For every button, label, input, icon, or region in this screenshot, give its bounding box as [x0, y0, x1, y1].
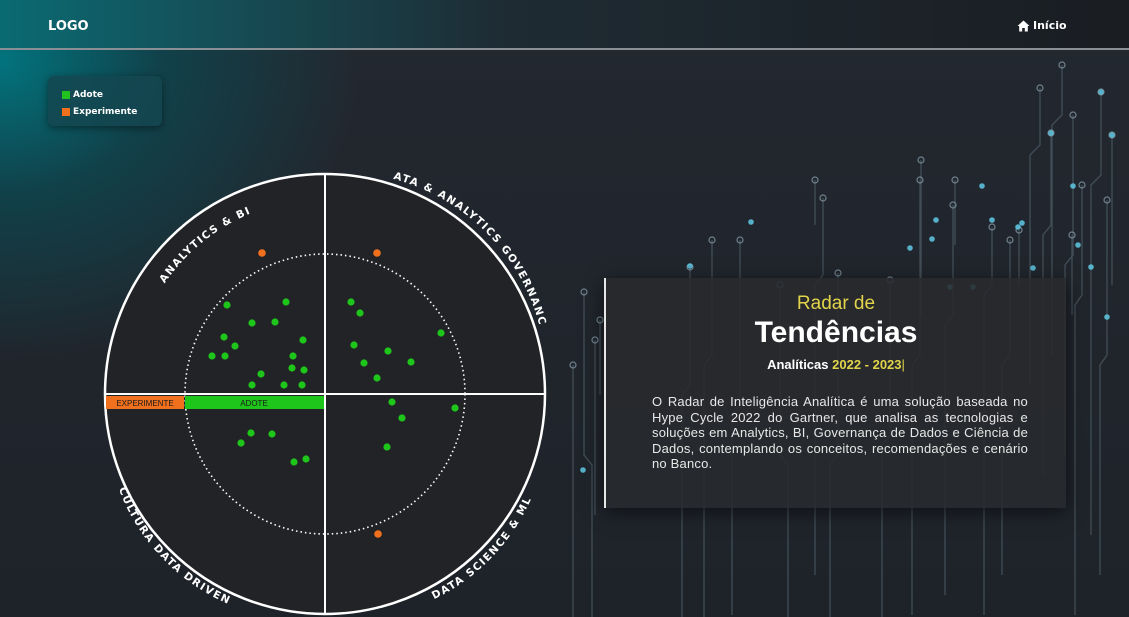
- blip-adopt[interactable]: [302, 455, 310, 463]
- blip-adopt[interactable]: [347, 298, 355, 306]
- home-label: Início: [1033, 19, 1067, 32]
- logo[interactable]: LOGO: [48, 19, 89, 34]
- legend: Adote Experimente: [48, 76, 162, 126]
- blip-adopt[interactable]: [298, 381, 306, 389]
- info-subtitle: Radar de: [796, 293, 876, 314]
- blip-adopt[interactable]: [282, 298, 290, 306]
- blip-adopt[interactable]: [220, 333, 228, 341]
- blip-adopt[interactable]: [248, 381, 256, 389]
- adopt-swatch: [62, 90, 70, 99]
- blip-adopt[interactable]: [237, 439, 245, 447]
- blip-adopt[interactable]: [350, 341, 358, 349]
- blip-adopt[interactable]: [221, 352, 229, 360]
- blip-adopt[interactable]: [268, 430, 276, 438]
- blip-adopt[interactable]: [280, 381, 288, 389]
- blip-adopt[interactable]: [223, 301, 231, 309]
- info-description: O Radar de Inteligência Analítica é uma …: [652, 394, 1028, 471]
- legend-label-experiment: Experimente: [73, 106, 138, 117]
- blip-adopt[interactable]: [257, 370, 265, 378]
- info-years-prefix: Analíticas: [767, 357, 829, 372]
- home-link[interactable]: Início: [1017, 19, 1067, 32]
- blip-adopt[interactable]: [300, 366, 308, 374]
- blip-experiment[interactable]: [374, 530, 382, 538]
- home-icon: [1017, 20, 1030, 31]
- experiment-ring-label: EXPERIMENTE: [116, 399, 173, 408]
- blip-adopt[interactable]: [289, 352, 297, 360]
- blip-adopt[interactable]: [299, 336, 307, 344]
- info-years: Analíticas 2022 - 2023|: [606, 357, 1066, 372]
- blip-adopt[interactable]: [407, 358, 415, 366]
- blip-adopt[interactable]: [383, 443, 391, 451]
- blip-adopt[interactable]: [360, 359, 368, 367]
- blip-adopt[interactable]: [373, 374, 381, 382]
- blip-adopt[interactable]: [451, 404, 459, 412]
- text-cursor: |: [901, 357, 905, 372]
- legend-item-experiment: Experimente: [62, 103, 162, 120]
- blip-adopt[interactable]: [290, 458, 298, 466]
- blip-adopt[interactable]: [384, 347, 392, 355]
- info-title: Tendências: [754, 316, 918, 349]
- blip-adopt[interactable]: [398, 414, 406, 422]
- blip-experiment[interactable]: [258, 249, 266, 257]
- adopt-ring-label: ADOTE: [240, 399, 268, 408]
- blip-adopt[interactable]: [248, 319, 256, 327]
- info-years-range: 2022 - 2023: [832, 357, 902, 372]
- top-navbar: LOGO Início: [0, 0, 1129, 50]
- blip-adopt[interactable]: [247, 429, 255, 437]
- blip-adopt[interactable]: [208, 352, 216, 360]
- blip-adopt[interactable]: [271, 318, 279, 326]
- legend-item-adopt: Adote: [62, 86, 162, 103]
- blip-adopt[interactable]: [231, 342, 239, 350]
- blip-adopt[interactable]: [356, 309, 364, 317]
- legend-label-adopt: Adote: [73, 89, 103, 100]
- experiment-swatch: [62, 107, 70, 116]
- blip-adopt[interactable]: [388, 398, 396, 406]
- blip-experiment[interactable]: [373, 249, 381, 257]
- info-panel: Radar de Tendências Analíticas 2022 - 20…: [604, 278, 1066, 508]
- blip-adopt[interactable]: [288, 364, 296, 372]
- blip-adopt[interactable]: [437, 329, 445, 337]
